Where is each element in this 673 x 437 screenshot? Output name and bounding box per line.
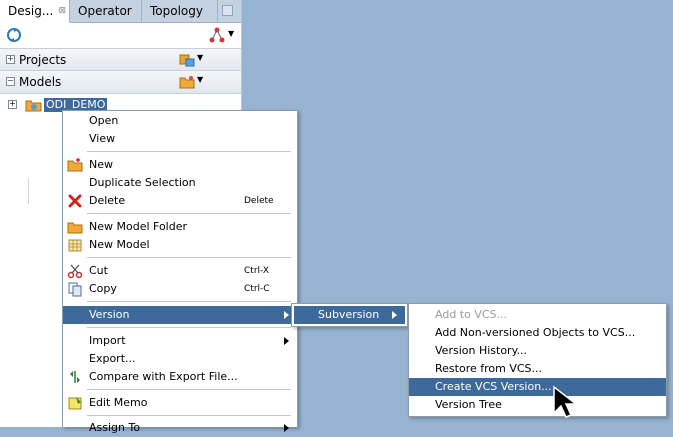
submenu-arrow-icon xyxy=(284,337,289,345)
version-submenu: Subversion xyxy=(291,303,408,327)
refresh-icon[interactable] xyxy=(6,27,22,43)
submenu-arrow-icon xyxy=(284,424,289,432)
menu-item-label: Copy xyxy=(89,282,117,295)
menu-separator xyxy=(87,327,291,328)
menu-item-new[interactable]: New xyxy=(63,156,297,174)
expand-icon[interactable]: + xyxy=(8,100,17,109)
menu-item-label: Add Non-versioned Objects to VCS... xyxy=(435,326,636,339)
menu-item-label: Cut xyxy=(89,264,108,277)
menu-item-new-model[interactable]: New Model xyxy=(63,236,297,254)
menu-item-label: Compare with Export File... xyxy=(89,370,238,383)
menu-item-assign-to[interactable]: Assign To xyxy=(63,419,297,437)
menu-item-label: Version History... xyxy=(435,344,528,357)
subversion-submenu: Add to VCS... Add Non-versioned Objects … xyxy=(408,303,667,417)
mouse-cursor-icon xyxy=(553,385,579,418)
menu-item-export[interactable]: Export... xyxy=(63,350,297,368)
menu-separator xyxy=(87,151,291,152)
menu-item-subversion[interactable]: Subversion xyxy=(294,306,405,324)
menu-item-label: New Model xyxy=(89,238,150,251)
menu-item-add-non-versioned[interactable]: Add Non-versioned Objects to VCS... xyxy=(409,324,666,342)
menu-item-label: Open xyxy=(89,114,119,127)
menu-separator xyxy=(87,213,291,214)
menu-item-duplicate[interactable]: Duplicate Selection xyxy=(63,174,297,192)
tree-line xyxy=(28,178,29,204)
tab-operator[interactable]: Operator xyxy=(70,0,142,22)
tab-bar: Desig... ⊠ Operator Topology xyxy=(0,0,241,23)
projects-section[interactable]: + Projects ▼ xyxy=(0,48,241,72)
projects-label: Projects xyxy=(19,53,67,67)
close-icon[interactable]: ⊠ xyxy=(58,0,66,22)
tab-topology[interactable]: Topology xyxy=(142,0,218,22)
new-model-icon xyxy=(68,239,82,252)
minimize-icon[interactable] xyxy=(222,5,233,16)
models-section[interactable]: − Models ▼ xyxy=(0,70,241,94)
chevron-down-icon[interactable]: ▼ xyxy=(197,75,203,84)
menu-item-shortcut: Ctrl-X xyxy=(244,266,269,276)
model-folder-icon xyxy=(67,222,83,234)
new-folder-icon xyxy=(67,158,83,172)
projects-toolbar-icon[interactable] xyxy=(179,53,195,67)
menu-separator xyxy=(87,257,291,258)
context-menu: Open View New Duplicate Selection Delete… xyxy=(62,110,298,434)
tab-designer[interactable]: Desig... ⊠ xyxy=(0,0,70,23)
submenu-arrow-icon xyxy=(284,311,289,319)
menu-item-label: Subversion xyxy=(318,308,380,321)
submenu-arrow-icon xyxy=(392,311,397,319)
menu-item-label: Add to VCS... xyxy=(435,308,508,321)
menu-item-label: Export... xyxy=(89,352,136,365)
menu-item-label: Delete xyxy=(89,194,126,207)
menu-item-edit-memo[interactable]: Edit Memo xyxy=(63,394,297,412)
menu-separator xyxy=(87,415,291,416)
chevron-down-icon[interactable]: ▼ xyxy=(197,53,203,62)
menu-item-shortcut: Ctrl-C xyxy=(244,284,270,294)
menu-item-new-model-folder[interactable]: New Model Folder xyxy=(63,218,297,236)
model-folder-icon xyxy=(25,100,42,112)
menu-item-label: Import xyxy=(89,334,126,347)
menu-separator xyxy=(87,301,291,302)
copy-icon xyxy=(68,282,82,297)
menu-item-cut[interactable]: Cut Ctrl-X xyxy=(63,262,297,280)
menu-item-delete[interactable]: Delete Delete xyxy=(63,192,297,210)
tab-operator-label: Operator xyxy=(78,4,132,18)
menu-item-create-vcs-version[interactable]: Create VCS Version... xyxy=(409,378,666,396)
menu-item-add-to-vcs: Add to VCS... xyxy=(409,306,666,324)
memo-icon xyxy=(68,397,82,410)
collapse-icon[interactable]: − xyxy=(6,77,15,86)
models-label: Models xyxy=(19,75,62,89)
menu-item-copy[interactable]: Copy Ctrl-C xyxy=(63,280,297,298)
tab-designer-label: Desig... xyxy=(8,4,54,18)
menu-item-import[interactable]: Import xyxy=(63,332,297,350)
menu-item-label: Restore from VCS... xyxy=(435,362,543,375)
menu-item-label: Version xyxy=(89,308,130,321)
models-toolbar-icon[interactable] xyxy=(179,75,195,89)
menu-item-label: New Model Folder xyxy=(89,220,188,233)
connect-navigator-icon[interactable] xyxy=(208,26,226,44)
menu-separator xyxy=(87,389,291,390)
menu-item-label: Version Tree xyxy=(435,398,502,411)
menu-item-shortcut: Delete xyxy=(244,196,274,206)
tab-topology-label: Topology xyxy=(150,4,203,18)
menu-item-label: Edit Memo xyxy=(89,396,148,409)
toolbar: ▼ xyxy=(0,23,241,47)
menu-item-label: View xyxy=(89,132,116,145)
compare-icon xyxy=(70,371,80,383)
chevron-down-icon[interactable]: ▼ xyxy=(228,29,234,38)
menu-item-version-tree[interactable]: Version Tree xyxy=(409,396,666,414)
menu-item-compare[interactable]: Compare with Export File... xyxy=(63,368,297,386)
menu-item-version-history[interactable]: Version History... xyxy=(409,342,666,360)
menu-item-label: Create VCS Version... xyxy=(435,380,552,393)
menu-item-label: Duplicate Selection xyxy=(89,176,196,189)
expand-icon[interactable]: + xyxy=(6,55,15,64)
menu-item-version[interactable]: Version xyxy=(63,306,297,324)
delete-icon xyxy=(68,194,82,208)
menu-item-label: Assign To xyxy=(89,421,141,434)
scissors-icon xyxy=(67,264,83,279)
menu-item-label: New xyxy=(89,158,113,171)
menu-item-view[interactable]: View xyxy=(63,130,297,148)
menu-item-open[interactable]: Open xyxy=(63,112,297,130)
menu-item-restore[interactable]: Restore from VCS... xyxy=(409,360,666,378)
